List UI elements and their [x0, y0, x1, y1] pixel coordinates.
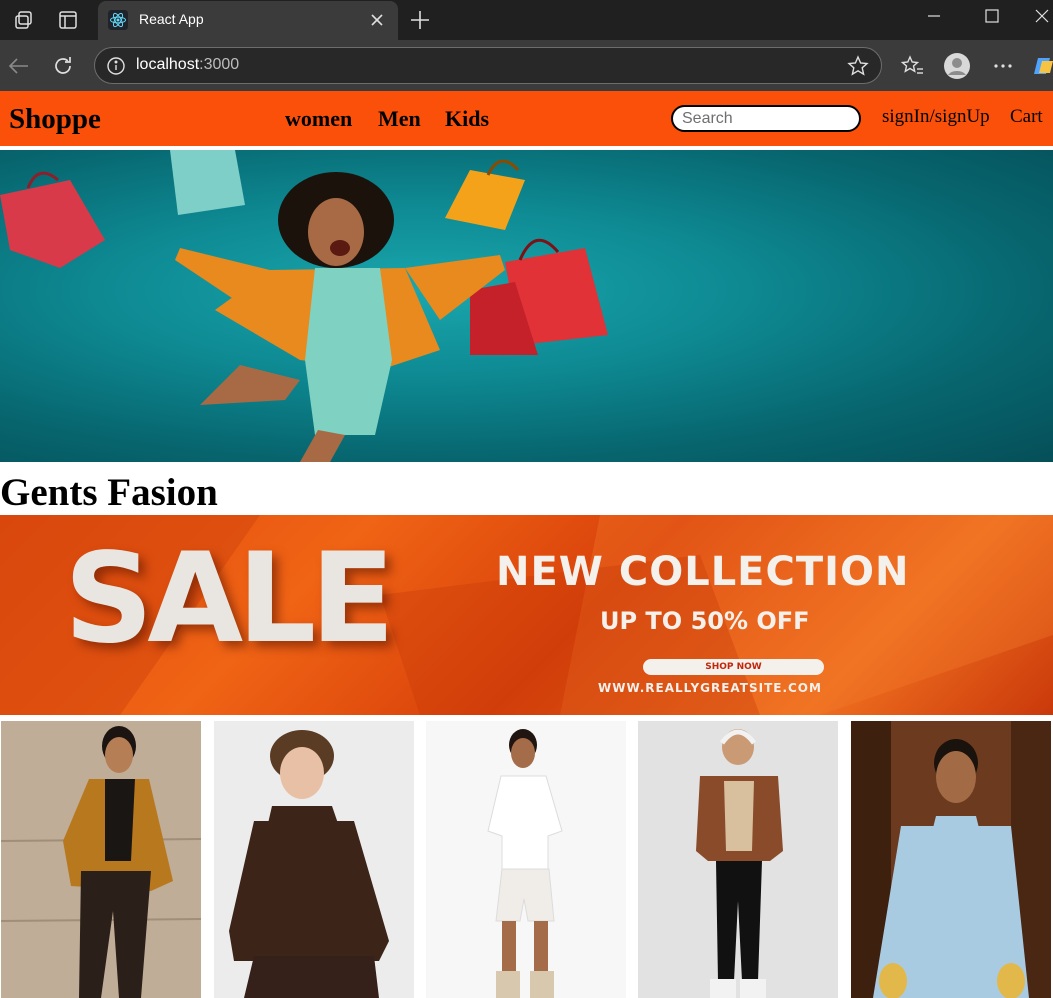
- brand-logo[interactable]: Shoppe: [9, 103, 101, 136]
- more-options-icon[interactable]: [989, 52, 1017, 80]
- favorites-icon[interactable]: [898, 52, 926, 80]
- shopping-bag-orange: [445, 159, 525, 230]
- product-card-2[interactable]: [214, 721, 414, 998]
- sale-website: WWW.REALLYGREATSITE.COM: [598, 681, 822, 695]
- product-card-4[interactable]: [638, 721, 838, 998]
- hero-illustration: [0, 150, 608, 462]
- product-image-2: [214, 721, 414, 998]
- sale-banner[interactable]: SALE NEW COLLECTION UP TO 50% OFF SHOP N…: [0, 515, 1053, 715]
- browser-titlebar: React App: [0, 0, 1053, 40]
- product-image-1: [1, 721, 201, 998]
- tab-actions-icon[interactable]: [52, 6, 84, 34]
- address-bar[interactable]: localhost:3000: [94, 47, 882, 84]
- profile-avatar-icon[interactable]: [943, 52, 971, 80]
- maximize-icon[interactable]: [972, 4, 1012, 30]
- close-window-icon[interactable]: [1024, 4, 1053, 30]
- close-tab-icon[interactable]: [368, 11, 386, 29]
- shop-now-button[interactable]: SHOP NOW: [643, 659, 824, 675]
- search-input[interactable]: [671, 105, 861, 132]
- shopping-bag-red-left: [0, 171, 105, 268]
- product-card-3[interactable]: [426, 721, 626, 998]
- sale-headline: NEW COLLECTION: [496, 549, 910, 595]
- cart-link[interactable]: Cart: [1010, 106, 1043, 128]
- sale-offer: UP TO 50% OFF: [600, 607, 810, 635]
- section-title: Gents Fasion: [0, 471, 218, 514]
- url-host: localhost: [136, 56, 200, 73]
- hero-banner-image: [0, 150, 1053, 462]
- back-icon[interactable]: [6, 53, 32, 79]
- react-icon: [108, 10, 128, 30]
- shopping-bag-teal: [170, 150, 245, 215]
- product-image-5: [851, 721, 1051, 998]
- product-grid: [0, 721, 1053, 998]
- site-info-icon[interactable]: [106, 56, 126, 76]
- copilot-icon[interactable]: [1034, 52, 1053, 80]
- new-tab-icon[interactable]: [406, 6, 434, 34]
- url-text: localhost:3000: [136, 56, 239, 74]
- nav-kids[interactable]: Kids: [445, 106, 489, 132]
- browser-tab[interactable]: React App: [98, 1, 398, 40]
- reload-icon[interactable]: [50, 53, 76, 79]
- product-card-1[interactable]: [1, 721, 201, 998]
- product-image-3: [426, 721, 626, 998]
- signin-signup-link[interactable]: signIn/signUp: [882, 106, 990, 128]
- tab-title: React App: [139, 11, 204, 27]
- browser-toolbar: localhost:3000: [0, 40, 1053, 91]
- product-image-4: [638, 721, 838, 998]
- product-card-5[interactable]: [851, 721, 1051, 998]
- nav-men[interactable]: Men: [378, 106, 421, 132]
- workspaces-icon[interactable]: [8, 6, 40, 34]
- nav-women[interactable]: women: [285, 106, 352, 132]
- site-header: Shoppe women Men Kids signIn/signUp Cart: [0, 91, 1053, 146]
- sale-big-word: SALE: [64, 527, 395, 671]
- url-port: :3000: [199, 56, 240, 73]
- minimize-icon[interactable]: [914, 4, 954, 30]
- favorite-star-icon[interactable]: [847, 55, 869, 77]
